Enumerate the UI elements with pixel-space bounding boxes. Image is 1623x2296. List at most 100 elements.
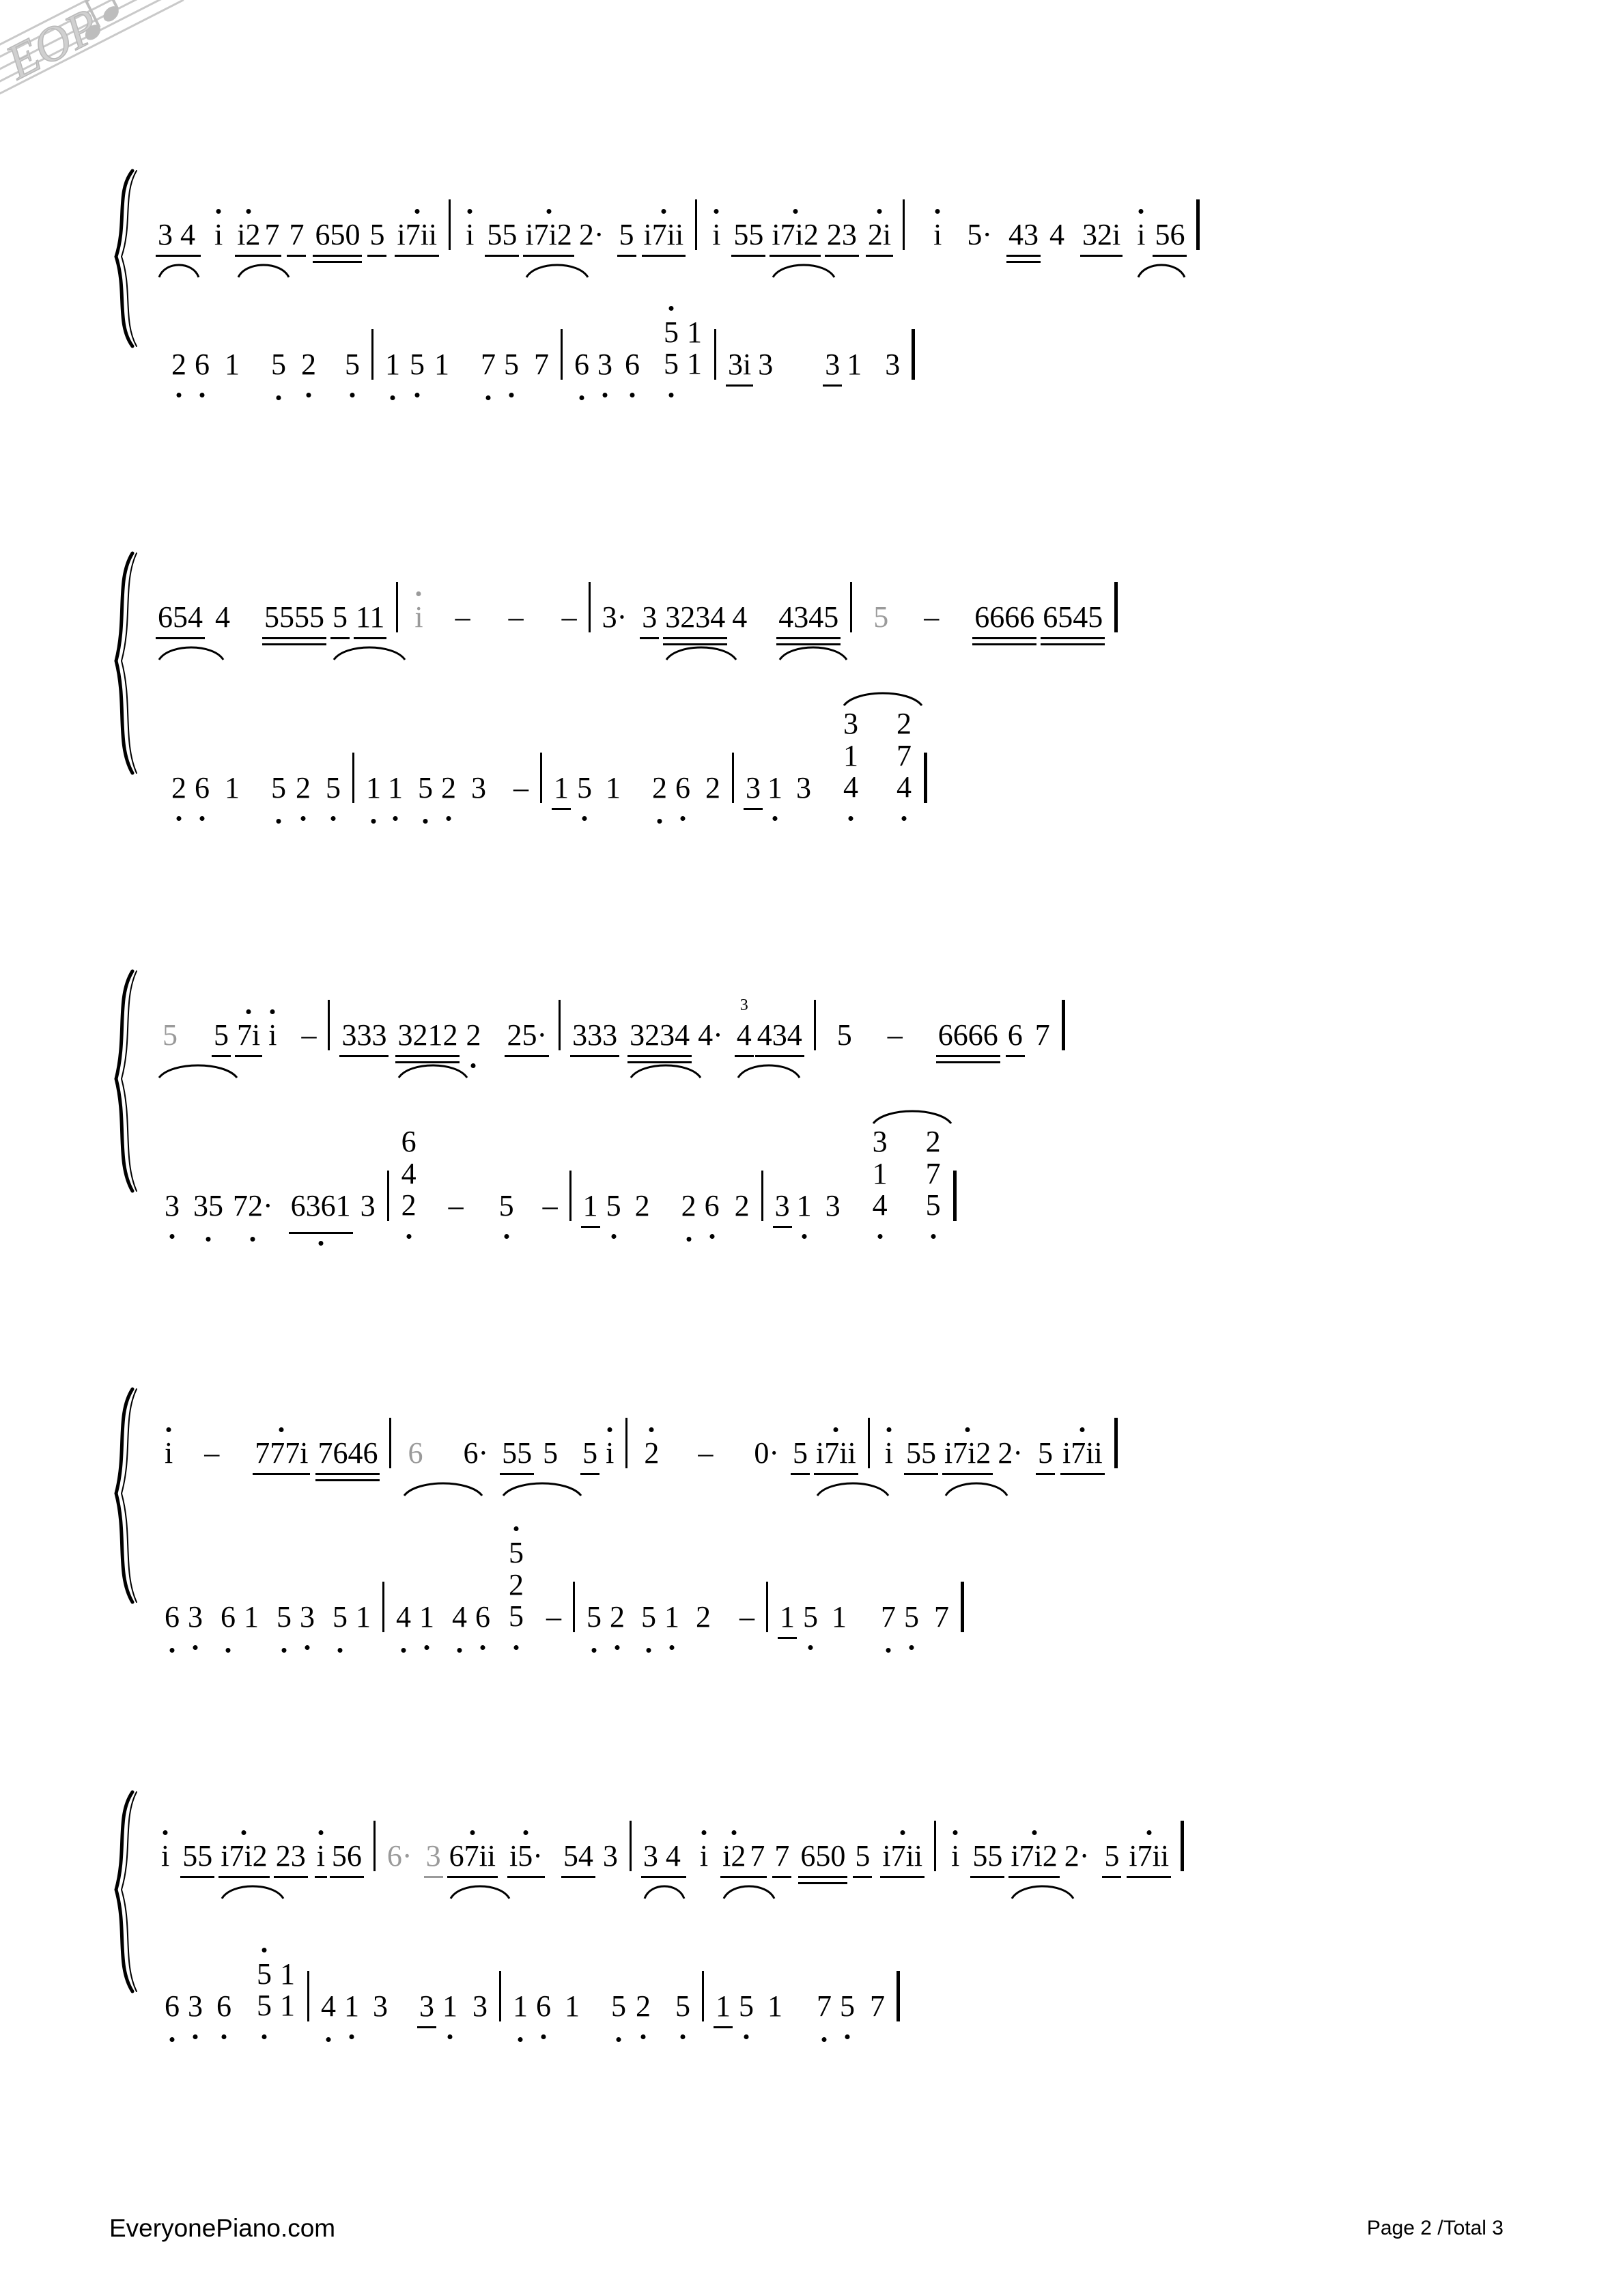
- barline: [499, 1971, 501, 2021]
- note-token: 5: [156, 1020, 238, 1079]
- barline: [371, 329, 373, 380]
- barline: [382, 1582, 384, 1632]
- chord-stack: 525: [506, 1537, 526, 1632]
- note-token: 3: [298, 1602, 317, 1632]
- note-token: 7: [772, 1841, 792, 1878]
- note-token: 2: [650, 773, 669, 803]
- chord-note: 4: [897, 770, 912, 804]
- barline: [897, 1971, 900, 2021]
- note-token: 4: [394, 1602, 413, 1632]
- note-token: 3: [163, 1191, 182, 1221]
- slur-arc: [629, 1000, 703, 1078]
- note-token: 6: [163, 1602, 182, 1632]
- note-token: 6: [673, 773, 692, 803]
- treble-staff-row: i –777i 7646 6 6· 55 5 5 i 2–0· 5 i7ii i 55 i7i2 2·…: [156, 1386, 1516, 1497]
- note-token: 654: [156, 602, 225, 660]
- treble-staff-row: 3 4 i i2 7 7 650 5 i7ii i 55 i7i2 2· 5 i7ii i 55 i7i2 …: [156, 168, 1516, 278]
- note-token: 3: [186, 1602, 205, 1632]
- note-token: 5: [502, 350, 521, 380]
- slur-arc: [722, 1821, 776, 1899]
- note-token: 7: [815, 1991, 834, 2021]
- barline: [540, 753, 542, 803]
- barline: [850, 582, 853, 632]
- note-token: 3: [472, 1989, 488, 2023]
- note-token: 333: [570, 1020, 620, 1057]
- note-token: 3234: [627, 1020, 702, 1078]
- note-token: 7i: [235, 1020, 263, 1057]
- note-token: 7: [262, 220, 282, 257]
- chord-note: 5: [664, 315, 679, 349]
- note-token: –: [887, 1018, 903, 1052]
- note-token: –: [561, 600, 577, 634]
- note-token: 3: [772, 1191, 792, 1228]
- note-token: 55: [731, 220, 766, 257]
- note-token: 2: [734, 1189, 750, 1222]
- note-token: 2: [169, 773, 188, 803]
- note-token: 7: [748, 1841, 767, 1878]
- note-token: –: [698, 1436, 714, 1470]
- chord-note: 3: [843, 707, 858, 741]
- note-token: 2: [705, 771, 720, 804]
- barline: [629, 1821, 632, 1871]
- note-token: 5: [836, 1018, 852, 1052]
- slur-arc: [397, 1000, 469, 1078]
- chord-note: 7: [925, 1156, 941, 1190]
- note-token: 1: [580, 1191, 600, 1228]
- bass-staff-row: 6 3 6 1 5 3 5 1 4 1 4 6 5 2 5–5 2 5 1 2–1 5 1 7 5 7: [156, 1537, 1516, 1639]
- note-token: 5: [269, 350, 288, 380]
- barline: [714, 329, 716, 380]
- note-token: 1: [356, 1600, 371, 1634]
- slur-arc: [815, 1418, 890, 1496]
- chord-stack: 314: [841, 692, 923, 803]
- note-token: i2: [720, 1841, 776, 1899]
- barline: [766, 1582, 768, 1632]
- note-token: 54: [561, 1841, 595, 1878]
- note-token: 4: [450, 1602, 469, 1632]
- note-token: 5: [330, 1602, 350, 1632]
- note-token: 1: [565, 1989, 580, 2023]
- barline: [813, 1000, 816, 1050]
- note-token: 2·: [578, 218, 604, 251]
- barline: [912, 329, 916, 380]
- note-token: 2i: [865, 220, 894, 257]
- note-token: 4: [1049, 218, 1064, 251]
- note-token: i: [707, 220, 726, 250]
- barline: [559, 1000, 561, 1050]
- note-token: 5: [269, 773, 288, 803]
- note-token: 6: [534, 1991, 553, 2021]
- treble-staff-row: i 55 i7i2 23 i 56 6· 3 67ii i5· 54 3 3 4 i i2 7 7 650 5…: [156, 1789, 1516, 1899]
- slur-arc: [501, 1418, 583, 1497]
- note-token: 0·: [754, 1436, 780, 1470]
- note-token: 4: [732, 600, 748, 634]
- note-token: 6: [703, 1191, 722, 1221]
- note-token: 1: [847, 348, 862, 381]
- note-token: 2: [679, 1191, 698, 1221]
- note-token: i7i2: [770, 220, 836, 278]
- note-token: 2: [634, 1991, 653, 2021]
- grand-staff-brace: [102, 1789, 150, 1994]
- note-token: 3: [640, 1841, 686, 1899]
- grand-staff-brace: [102, 168, 150, 349]
- note-token: 6: [1005, 1020, 1025, 1057]
- note-token: 1: [434, 348, 449, 381]
- note-token: 32i: [1080, 220, 1123, 257]
- note-token: 2: [169, 350, 188, 380]
- chord-note: 2: [897, 707, 912, 741]
- note-token: 2·: [1064, 1839, 1090, 1873]
- note-token: 1: [795, 1191, 814, 1221]
- note-token: 67ii: [447, 1841, 510, 1899]
- barline: [588, 582, 591, 632]
- note-token: 5: [801, 1602, 820, 1632]
- chord-stack: 11: [277, 1958, 298, 2021]
- barline: [449, 199, 451, 250]
- note-token: 2: [294, 773, 313, 803]
- footer-website: EveryonePiano.com: [109, 2214, 336, 2242]
- note-token: 5: [324, 773, 343, 803]
- note-token: i7i2: [218, 1841, 285, 1899]
- note-token: 5: [212, 1020, 231, 1057]
- slur-arc: [236, 199, 291, 278]
- note-token: i: [156, 1841, 175, 1871]
- note-token: 1: [225, 771, 240, 804]
- chord-note: 7: [897, 738, 912, 772]
- note-token: 5: [408, 350, 427, 380]
